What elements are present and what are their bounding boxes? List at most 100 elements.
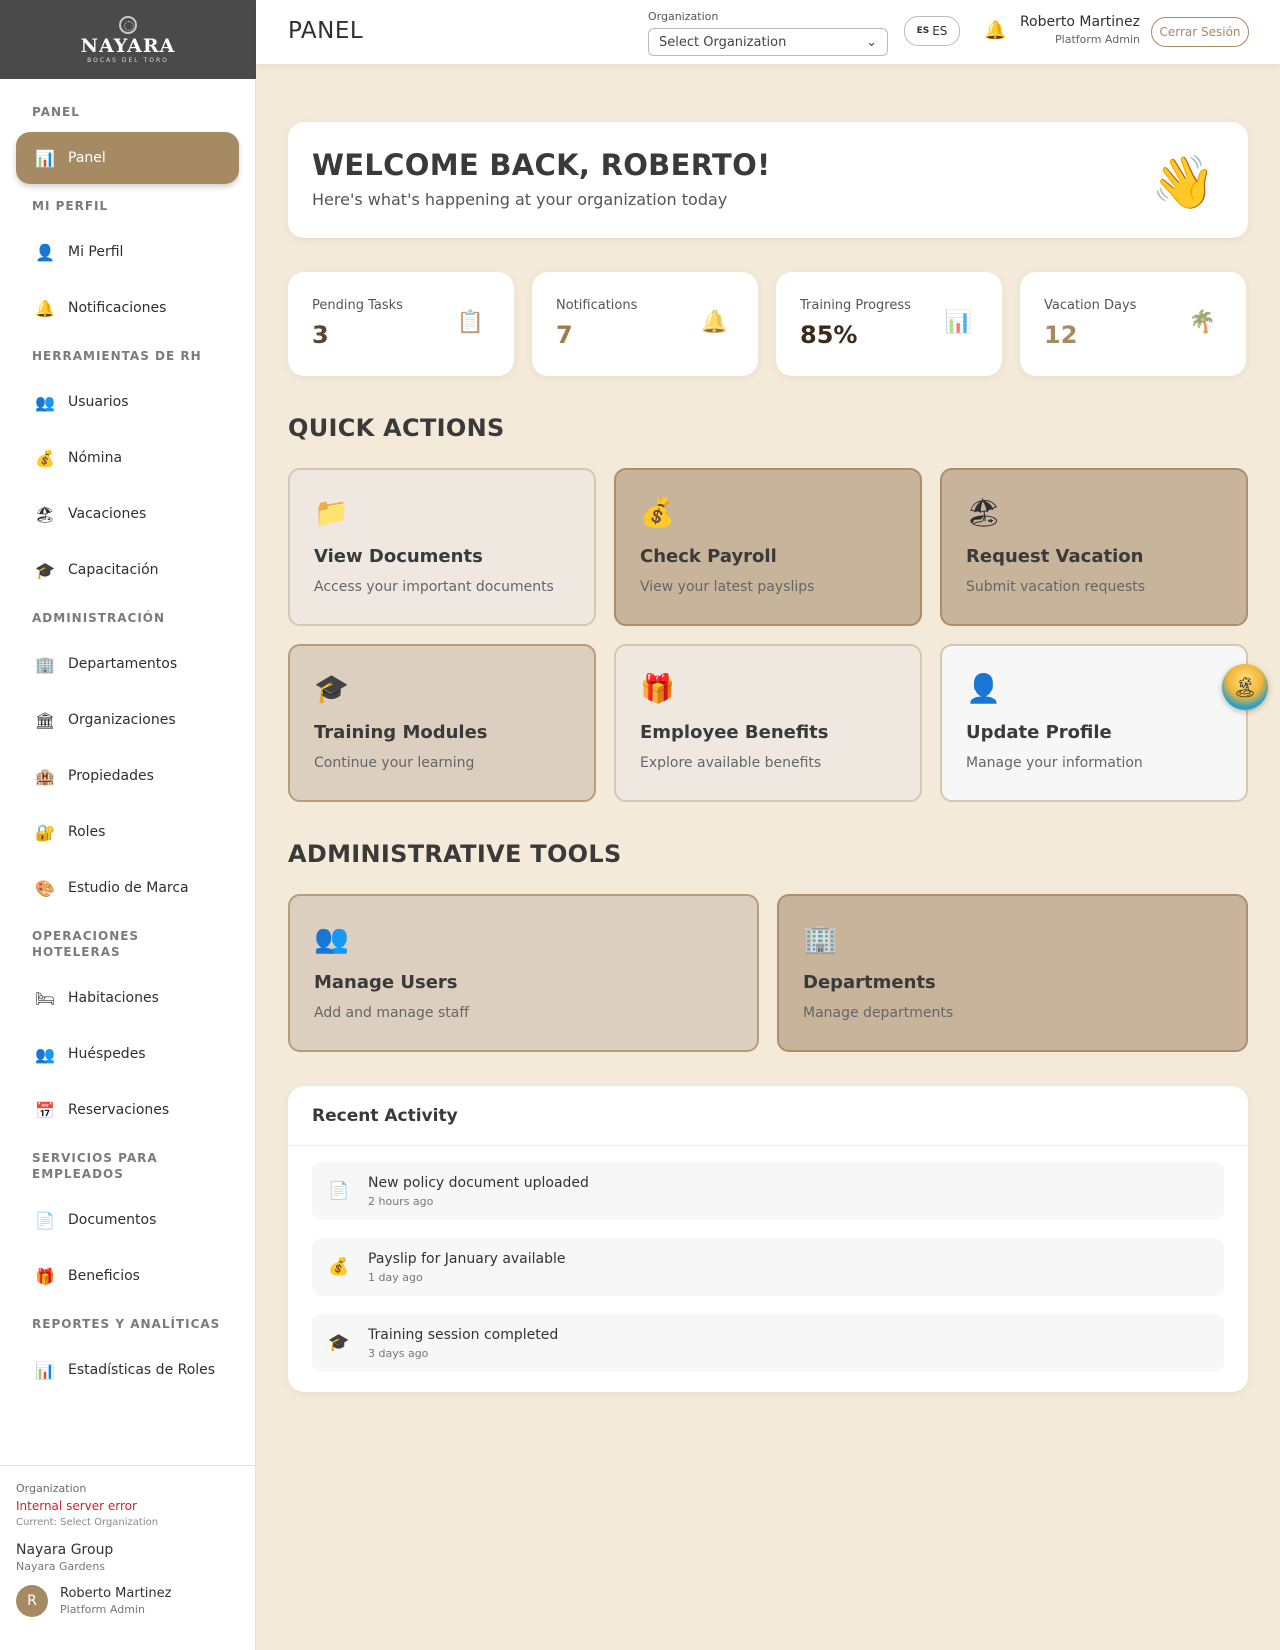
sidebar-item-departamentos[interactable]: 🏢 Departamentos [16, 638, 239, 690]
sidebar-item-label: Propiedades [68, 768, 154, 784]
nav-section-title: SERVICIOS PARA EMPLEADOS [32, 1151, 158, 1181]
sidebar-item-label: Nómina [68, 450, 123, 466]
nav-section-mi-perfil: MI PERFIL 👤 Mi Perfil 🔔 Notificaciones [0, 198, 255, 334]
estadisticas-de-roles-icon: 📊 [35, 1360, 55, 1380]
sidebar-item-panel[interactable]: 📊 Panel [16, 132, 239, 184]
language-button[interactable]: ES ES [904, 16, 960, 46]
nav-section-title: HERRAMIENTAS DE RH [32, 349, 202, 363]
main-content: WELCOME BACK, ROBERTO! Here's what's hap… [288, 122, 1268, 1392]
action-card-view-documents[interactable]: 📁 View Documents Access your important doc… [288, 468, 596, 626]
action-card-check-payroll[interactable]: 💰 Check Payroll View your latest payslips [614, 468, 922, 626]
vacaciones-icon: 🏖 [34, 504, 56, 524]
action-card-departments[interactable]: 🏢 Departments Manage departments [777, 894, 1248, 1052]
sidebar-item-notificaciones[interactable]: 🔔 Notificaciones [16, 282, 239, 334]
activity-text: Payslip for January available [368, 1250, 566, 1267]
brand-logo[interactable]: NAYARA BOCAS DEL TORO [0, 0, 256, 79]
admin-tools-title: ADMINISTRATIVE TOOLS [288, 840, 622, 868]
sidebar-item-label: Documentos [68, 1212, 157, 1228]
action-card-manage-users[interactable]: 👥 Manage Users Add and manage staff [288, 894, 759, 1052]
request-vacation-icon: 🏖 [966, 496, 1002, 529]
notifications-icon: 🔔 [700, 310, 728, 335]
sidebar-item-nomina[interactable]: 💰 Nómina [16, 432, 239, 484]
action-card-update-profile[interactable]: 👤 Update Profile Manage your information 🏝 [940, 644, 1268, 802]
sidebar-item-estadisticas-de-roles[interactable]: 📊 Estadísticas de Roles [16, 1344, 239, 1396]
check-payroll-icon: 💰 [640, 496, 675, 529]
card-title: Employee Benefits [640, 722, 829, 743]
sidebar-item-reservaciones[interactable]: 📅 Reservaciones [16, 1084, 239, 1136]
activity-text: New policy document uploaded [368, 1174, 589, 1191]
header-user-role: Platform Admin [1055, 33, 1140, 46]
quick-actions-grid: 📁 View Documents Access your important doc… [288, 468, 1268, 802]
sidebar-item-capacitacion[interactable]: 🎓 Capacitación [16, 544, 239, 596]
sidebar-item-propiedades[interactable]: 🏨 Propiedades [16, 750, 239, 802]
sidebar-item-label: Reservaciones [68, 1102, 170, 1118]
action-card-training-modules[interactable]: 🎓 Training Modules Continue your learning [288, 644, 596, 802]
notificaciones-icon: 🔔 [35, 298, 55, 318]
nav-section-title: REPORTES Y ANALÍTICAS [32, 1317, 221, 1331]
logout-button[interactable]: Cerrar Sesión [1151, 17, 1249, 47]
sidebar-item-huespedes[interactable]: 👥 Huéspedes [16, 1028, 239, 1080]
habitaciones-icon: 🛏 [34, 988, 56, 1008]
card-subtitle: Add and manage staff [314, 1005, 469, 1021]
bell-icon[interactable]: 🔔 [984, 20, 1006, 41]
sidebar-item-estudio-de-marca[interactable]: 🎨 Estudio de Marca [16, 862, 239, 914]
avatar: R [16, 1585, 48, 1617]
sidebar-item-label: Mi Perfil [68, 244, 124, 260]
sidebar-item-label: Usuarios [68, 394, 129, 410]
organizaciones-icon: 🏛 [34, 710, 56, 730]
sidebar-item-documentos[interactable]: 📄 Documentos [16, 1194, 239, 1246]
sidebar-item-beneficios[interactable]: 🎁 Beneficios [16, 1250, 239, 1302]
sidebar-item-label: Roles [68, 824, 106, 840]
sidebar-item-organizaciones[interactable]: 🏛 Organizaciones [16, 694, 239, 746]
admin-tools-grid: 👥 Manage Users Add and manage staff 🏢 Depart… [288, 894, 1248, 1052]
org-select-label: Organization [648, 10, 719, 23]
view-documents-icon: 📁 [314, 496, 349, 529]
pending-tasks-icon: 📋 [456, 310, 484, 335]
reservaciones-icon: 📅 [35, 1100, 55, 1120]
beneficios-icon: 🎁 [35, 1266, 55, 1286]
sidebar-item-habitaciones[interactable]: 🛏 Habitaciones [16, 972, 239, 1024]
sidebar-item-vacaciones[interactable]: 🏖 Vacaciones [16, 488, 239, 540]
brand-subtitle: BOCAS DEL TORO [87, 56, 169, 64]
card-subtitle: Continue your learning [314, 755, 475, 771]
welcome-title: WELCOME BACK, ROBERTO! [312, 148, 771, 182]
nav-section-reportes-y-analiticas: REPORTES Y ANALÍTICAS 📊 Estadísticas de Ro… [0, 1316, 255, 1396]
activity-item[interactable]: 📄 New policy document uploaded 2 hours ago [312, 1162, 1224, 1220]
header-user[interactable]: Roberto Martinez Platform Admin [1016, 14, 1140, 46]
action-card-employee-benefits[interactable]: 🎁 Employee Benefits Explore available bene… [614, 644, 922, 802]
org-select[interactable]: Select Organization ⌄ [648, 28, 888, 56]
sidebar-item-mi-perfil[interactable]: 👤 Mi Perfil [16, 226, 239, 278]
card-title: Request Vacation [966, 546, 1144, 567]
island-icon[interactable]: 🏝 [1222, 664, 1268, 710]
activity-text-group: Payslip for January available 1 day ago [368, 1251, 566, 1284]
card-title: Training Modules [314, 722, 488, 743]
sidebar-item-label: Notificaciones [68, 300, 167, 316]
top-header: PANEL Organization Select Organization ⌄… [256, 0, 1280, 64]
language-flag-icon: ES [916, 26, 930, 36]
activity-time: 1 day ago [368, 1270, 423, 1284]
sidebar-item-label: Organizaciones [68, 712, 176, 728]
sidebar-footer: Organization Internal server error Curre… [0, 1465, 255, 1633]
stats-row: Pending Tasks 3 📋 Notifications 7 🔔 Training P… [288, 272, 1248, 376]
stat-card-vacation-days: Vacation Days 12 🌴 [1020, 272, 1246, 376]
training-modules-icon: 🎓 [314, 672, 349, 705]
update-profile-icon: 👤 [966, 672, 1001, 705]
sidebar-user-name: Roberto Martinez [60, 1586, 172, 1601]
activity-item[interactable]: 🎓 Training session completed 3 days ago [312, 1314, 1224, 1372]
departamentos-icon: 🏢 [35, 654, 55, 674]
welcome-subtitle: Here's what's happening at your organiza… [312, 190, 728, 209]
page-title: PANEL [288, 18, 364, 44]
card-title: Update Profile [966, 722, 1112, 743]
sidebar-item-usuarios[interactable]: 👥 Usuarios [16, 376, 239, 428]
activity-time: 2 hours ago [368, 1194, 434, 1208]
nav-section-title: MI PERFIL [32, 199, 109, 213]
activity-item[interactable]: 💰 Payslip for January available 1 day ago [312, 1238, 1224, 1296]
org-select-value: Select Organization [659, 34, 787, 50]
org-current: Current: Select Organization [16, 1517, 159, 1528]
sidebar-item-roles[interactable]: 🔐 Roles [16, 806, 239, 858]
sidebar-item-label: Habitaciones [68, 990, 159, 1006]
action-card-request-vacation[interactable]: 🏖 Request Vacation Submit vacation request… [940, 468, 1248, 626]
sidebar-user[interactable]: R Roberto Martinez Platform Admin [16, 1585, 239, 1617]
card-subtitle: Explore available benefits [640, 755, 822, 771]
card-title: Check Payroll [640, 546, 777, 567]
